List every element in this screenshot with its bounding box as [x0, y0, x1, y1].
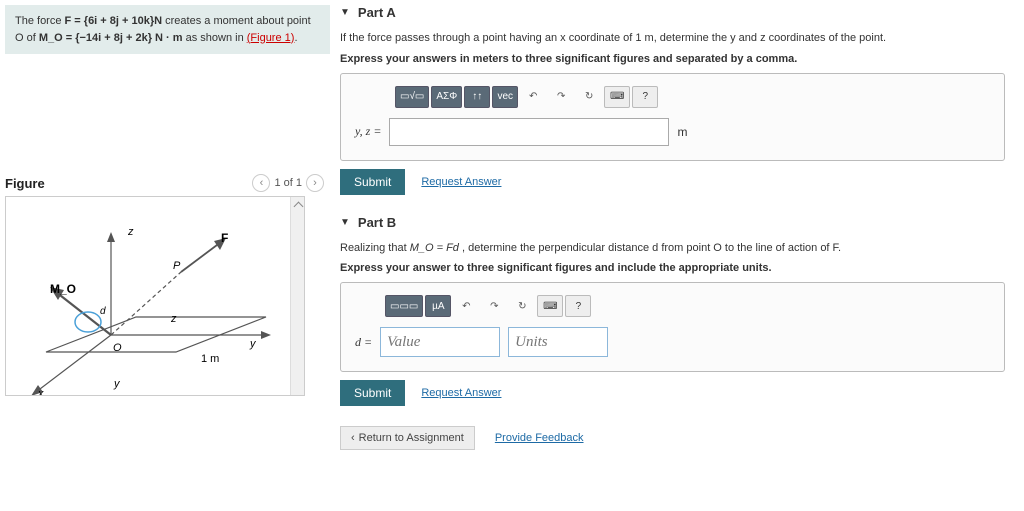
part-a-answer-label: y, z = — [355, 124, 381, 139]
return-label: Return to Assignment — [359, 432, 464, 444]
part-b-request-answer-link[interactable]: Request Answer — [421, 387, 501, 399]
redo-button-b[interactable]: ↷ — [481, 295, 507, 317]
part-b-answer-label: d = — [355, 335, 372, 350]
part-a-instruction: Express your answers in meters to three … — [340, 53, 1005, 65]
part-b-toolbar: ▭▭▭ µA ↶ ↷ ↻ ⌨ ? — [385, 295, 990, 317]
axis-y-label2: y — [113, 378, 121, 390]
problem-text-pre: The force — [15, 15, 65, 27]
part-b-header[interactable]: ▼ Part B — [340, 215, 1005, 230]
figure-title: Figure — [5, 176, 45, 191]
template-button[interactable]: ▭√▭ — [395, 86, 429, 108]
moment-expression: M_O = {−14i + 8j + 2k} N · m — [39, 32, 183, 44]
units-template-button[interactable]: ▭▭▭ — [385, 295, 423, 317]
greek-button[interactable]: ΑΣΦ — [431, 86, 462, 108]
figure-scrollbar[interactable] — [290, 197, 304, 395]
part-b-units-input[interactable] — [508, 327, 608, 357]
figure-link[interactable]: (Figure 1) — [247, 32, 295, 44]
part-b-desc: Realizing that M_O = Fd , determine the … — [340, 240, 1005, 257]
part-b-desc-pre: Realizing that — [340, 242, 410, 254]
part-b-submit-button[interactable]: Submit — [340, 380, 405, 406]
help-button-b[interactable]: ? — [565, 295, 591, 317]
units-button[interactable]: µA — [425, 295, 451, 317]
pager-prev-button[interactable]: ‹ — [252, 174, 270, 192]
force-expression: F = {6i + 8j + 10k}N — [65, 15, 163, 27]
part-b-desc-post: , determine the perpendicular distance d… — [462, 242, 841, 254]
undo-button[interactable]: ↶ — [520, 86, 546, 108]
axis-x-label: x — [37, 388, 44, 396]
axis-y-label: y — [249, 338, 257, 350]
part-a-request-answer-link[interactable]: Request Answer — [421, 176, 501, 188]
keyboard-button-b[interactable]: ⌨ — [537, 295, 563, 317]
force-f-label: F — [221, 231, 228, 245]
figure-diagram: z y x P F O d M_O 1 m y z — [6, 197, 292, 396]
redo-button[interactable]: ↷ — [548, 86, 574, 108]
caret-icon: ▼ — [340, 217, 350, 228]
vec-button[interactable]: vec — [492, 86, 518, 108]
chevron-left-icon: ‹ — [351, 432, 355, 444]
part-a-answer-panel: ▭√▭ ΑΣΦ ↑↑ vec ↶ ↷ ↻ ⌨ ? y, z = m — [340, 73, 1005, 161]
part-a-desc: If the force passes through a point havi… — [340, 30, 1005, 47]
part-a-submit-button[interactable]: Submit — [340, 169, 405, 195]
length-label: 1 m — [201, 353, 219, 365]
pager-next-button[interactable]: › — [306, 174, 324, 192]
problem-text-end: . — [294, 32, 297, 44]
reset-button[interactable]: ↻ — [576, 86, 602, 108]
origin-o-label: O — [113, 342, 122, 354]
caret-icon: ▼ — [340, 7, 350, 18]
distance-d-label: d — [100, 306, 106, 317]
part-b-title: Part B — [358, 215, 396, 230]
undo-button-b[interactable]: ↶ — [453, 295, 479, 317]
part-b-value-input[interactable] — [380, 327, 500, 357]
subsup-button[interactable]: ↑↑ — [464, 86, 490, 108]
axis-z-label: z — [127, 226, 134, 238]
part-a-toolbar: ▭√▭ ΑΣΦ ↑↑ vec ↶ ↷ ↻ ⌨ ? — [395, 86, 990, 108]
moment-label: M_O — [50, 282, 76, 296]
problem-statement: The force F = {6i + 8j + 10k}N creates a… — [5, 5, 330, 54]
figure-pager: ‹ 1 of 1 › — [252, 174, 324, 192]
return-to-assignment-button[interactable]: ‹ Return to Assignment — [340, 426, 475, 450]
part-a-header[interactable]: ▼ Part A — [340, 5, 1005, 20]
part-a-unit: m — [677, 125, 687, 139]
problem-text-post: as shown in — [186, 32, 247, 44]
help-button[interactable]: ? — [632, 86, 658, 108]
figure-panel: z y x P F O d M_O 1 m y z — [5, 196, 305, 396]
keyboard-button[interactable]: ⌨ — [604, 86, 630, 108]
axis-z-label2: z — [170, 313, 177, 325]
part-a-title: Part A — [358, 5, 396, 20]
pager-count: 1 of 1 — [274, 177, 302, 189]
part-b-answer-panel: ▭▭▭ µA ↶ ↷ ↻ ⌨ ? d = — [340, 282, 1005, 372]
part-a-answer-input[interactable] — [389, 118, 669, 146]
provide-feedback-link[interactable]: Provide Feedback — [495, 432, 584, 444]
reset-button-b[interactable]: ↻ — [509, 295, 535, 317]
point-p-label: P — [173, 260, 181, 272]
part-b-instruction: Express your answer to three significant… — [340, 262, 1005, 274]
part-b-desc-expr: M_O = Fd — [410, 242, 459, 254]
